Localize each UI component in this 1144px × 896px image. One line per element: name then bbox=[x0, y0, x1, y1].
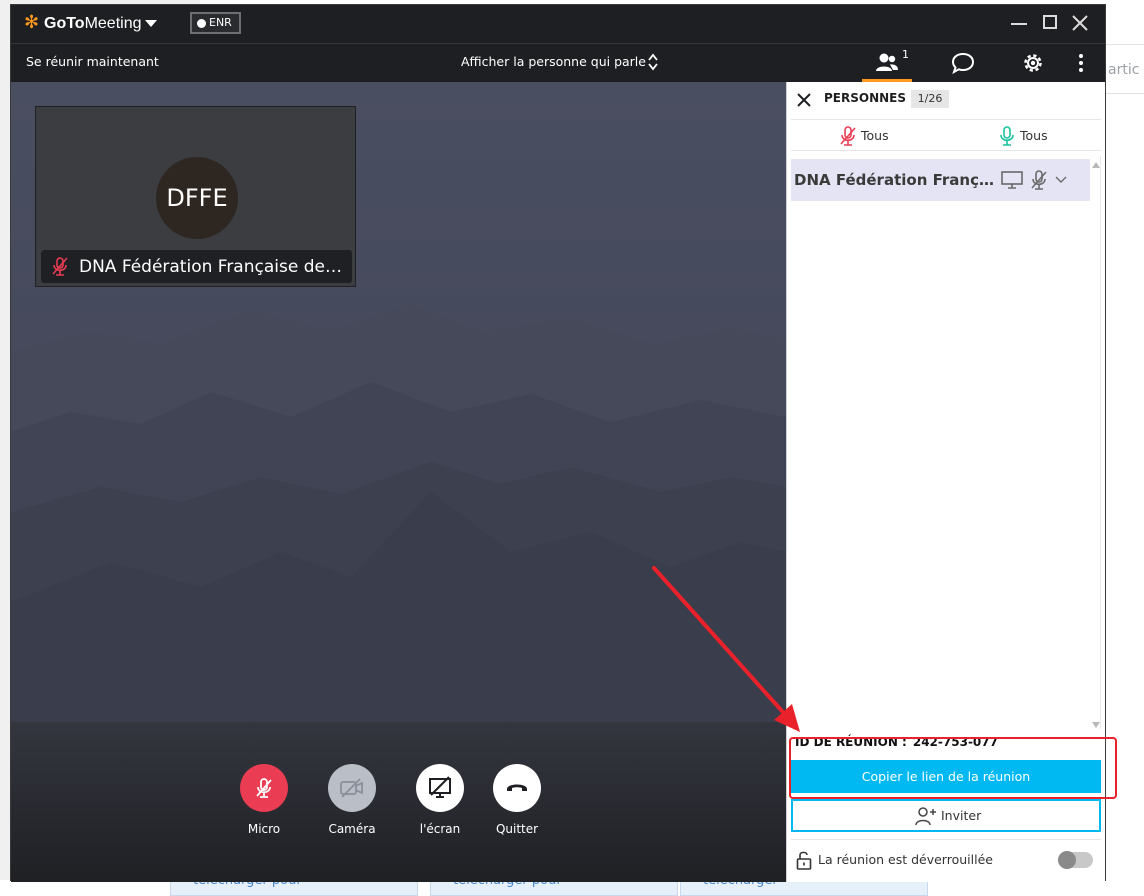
background-page-text: artic bbox=[1108, 62, 1140, 78]
camera-label: Caméra bbox=[328, 822, 376, 836]
caret-down-icon[interactable] bbox=[145, 20, 157, 27]
meeting-toolbar: Se réunir maintenant Afficher la personn… bbox=[11, 43, 1105, 82]
mic-label: Micro bbox=[247, 822, 281, 836]
record-label: ENR bbox=[209, 16, 232, 29]
microphone-muted-icon bbox=[840, 126, 856, 146]
scroll-up-arrow-icon[interactable] bbox=[1092, 162, 1100, 168]
mute-all-button[interactable]: Tous bbox=[835, 124, 905, 148]
leave-meeting-button[interactable] bbox=[493, 764, 541, 812]
microphone-muted-icon bbox=[1031, 170, 1047, 190]
minimize-icon bbox=[1011, 23, 1027, 25]
up-down-chevron-icon[interactable] bbox=[647, 52, 659, 72]
camera-control[interactable]: Caméra bbox=[317, 764, 387, 836]
unlocked-icon bbox=[796, 851, 812, 870]
title-bar: ✻ GoToMeeting ENR bbox=[11, 5, 1105, 43]
maximize-icon bbox=[1043, 15, 1057, 29]
mute-all-label: Tous bbox=[861, 128, 889, 143]
panel-title: PERSONNES bbox=[824, 91, 907, 105]
annotation-arrow bbox=[652, 566, 800, 732]
mic-control[interactable]: Micro bbox=[229, 764, 299, 836]
participant-count-badge: 1/26 bbox=[911, 90, 949, 108]
lock-toggle[interactable] bbox=[1058, 851, 1093, 869]
view-mode-selector[interactable]: Afficher la personne qui parle bbox=[461, 54, 646, 69]
panel-header: PERSONNES 1/26 bbox=[787, 82, 1105, 118]
minimize-button[interactable] bbox=[1007, 11, 1031, 35]
microphone-icon bbox=[1000, 126, 1014, 146]
microphone-muted-icon bbox=[52, 257, 68, 276]
hang-up-phone-icon bbox=[507, 784, 527, 791]
lock-status: La réunion est déverrouillée bbox=[818, 852, 993, 867]
screen-share-control[interactable]: l'écran bbox=[405, 764, 475, 836]
participant-video-tile[interactable]: DFFE DNA Fédération Française des E... bbox=[35, 106, 356, 287]
record-dot-icon bbox=[197, 19, 206, 28]
camera-off-icon bbox=[340, 778, 363, 798]
unmute-all-button[interactable]: Tous bbox=[994, 124, 1064, 148]
lock-row: La réunion est déverrouillée bbox=[791, 839, 1101, 879]
people-icon[interactable] bbox=[873, 49, 901, 77]
unmute-all-label: Tous bbox=[1020, 128, 1048, 143]
participant-list: DNA Fédération Français... bbox=[791, 156, 1101, 729]
app-menu-button[interactable]: GoToMeeting bbox=[44, 14, 142, 34]
close-panel-icon[interactable] bbox=[796, 92, 812, 108]
participant-name: DNA Fédération Française des E... bbox=[79, 257, 349, 277]
gotomeeting-logo-icon: ✻ bbox=[24, 12, 40, 33]
screen-share-label: l'écran bbox=[419, 822, 461, 836]
mute-controls-row: Tous Tous bbox=[791, 119, 1101, 151]
chat-icon[interactable] bbox=[949, 49, 977, 77]
participant-label: DNA Fédération Française des E... bbox=[41, 250, 352, 283]
close-icon bbox=[1072, 15, 1088, 31]
participant-row-name: DNA Fédération Français... bbox=[794, 171, 1000, 189]
invite-button[interactable]: Inviter bbox=[791, 799, 1101, 832]
chevron-down-icon[interactable] bbox=[1055, 175, 1067, 185]
record-button[interactable]: ENR bbox=[190, 12, 241, 34]
leave-label: Quitter bbox=[495, 822, 539, 836]
screen: artic télécharger pour télécharger pour … bbox=[0, 0, 1144, 896]
microphone-muted-icon bbox=[256, 778, 272, 798]
more-options-icon[interactable] bbox=[1067, 49, 1095, 77]
close-window-button[interactable] bbox=[1068, 11, 1092, 35]
toggle-knob bbox=[1058, 851, 1076, 869]
video-stage: DFFE DNA Fédération Française des E... M… bbox=[11, 82, 786, 882]
screen-share-button[interactable] bbox=[416, 764, 464, 812]
add-person-icon bbox=[915, 807, 936, 826]
brand-bold: GoTo bbox=[44, 15, 85, 32]
screen-sharing-icon bbox=[1001, 171, 1023, 189]
screen-share-off-icon bbox=[429, 776, 451, 798]
leave-control[interactable]: Quitter bbox=[482, 764, 552, 836]
meet-now-button[interactable]: Se réunir maintenant bbox=[26, 54, 159, 69]
brand-rest: Meeting bbox=[84, 15, 142, 32]
participant-row[interactable]: DNA Fédération Français... bbox=[791, 159, 1090, 201]
settings-gear-icon[interactable] bbox=[1019, 49, 1047, 77]
avatar: DFFE bbox=[156, 157, 238, 239]
invite-label: Inviter bbox=[941, 808, 982, 823]
maximize-button[interactable] bbox=[1038, 11, 1062, 35]
camera-toggle-button[interactable] bbox=[328, 764, 376, 812]
people-count-badge: 1 bbox=[902, 48, 909, 61]
mic-toggle-button[interactable] bbox=[240, 764, 288, 812]
annotation-highlight-box bbox=[789, 737, 1117, 799]
scroll-down-arrow-icon[interactable] bbox=[1092, 722, 1100, 728]
